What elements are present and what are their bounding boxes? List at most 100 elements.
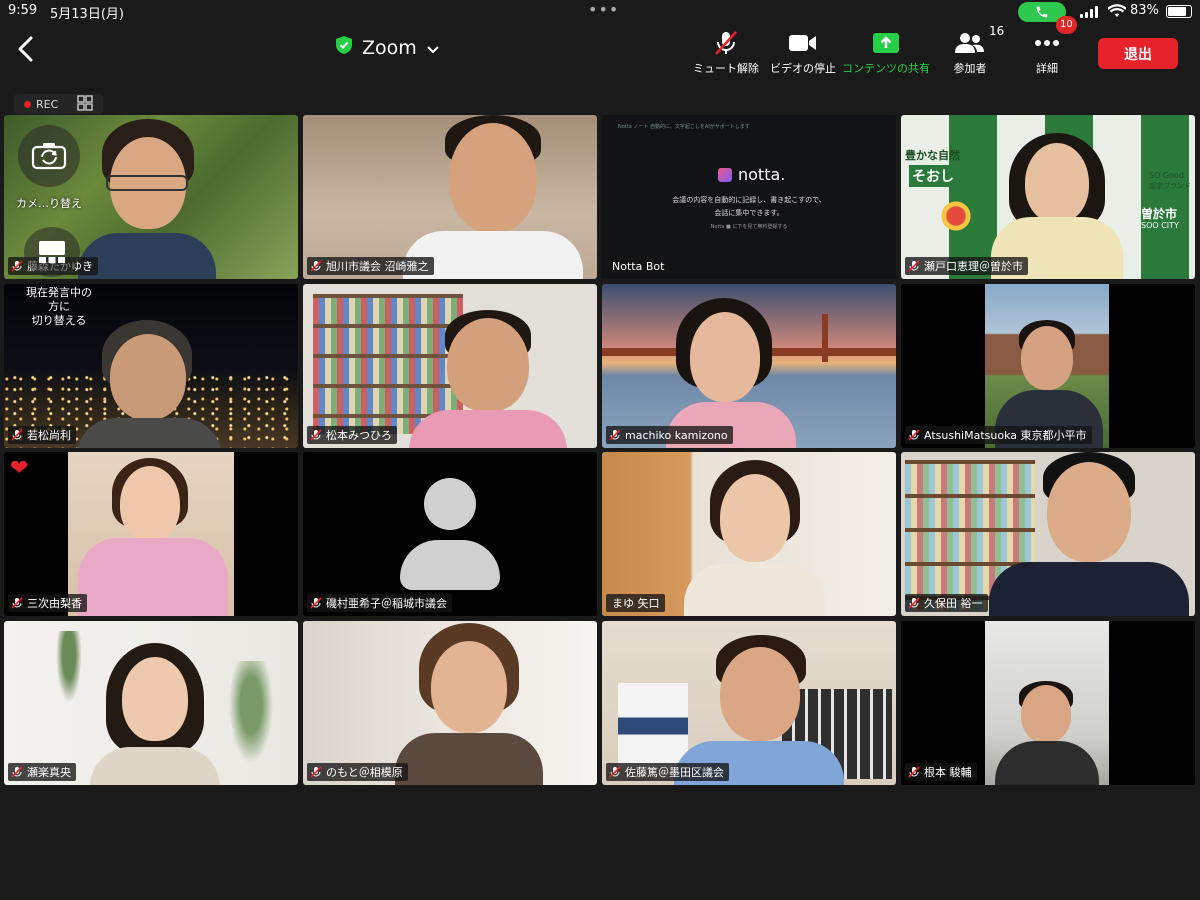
notification-badge: 10 (1056, 16, 1077, 34)
participant-video (76, 320, 222, 448)
unmute-label: ミュート解除 (693, 62, 759, 75)
speaker-view-button[interactable] (24, 227, 80, 277)
switch-camera-label: カメ…り替え (16, 197, 82, 210)
participant-name-tag: のもと＠相模原 (307, 763, 408, 781)
participant-video-frame (985, 284, 1109, 448)
video-tile[interactable]: カメ…り替え 藤森たかゆき (4, 115, 298, 279)
record-dot-icon (24, 100, 31, 108)
participant-name: 根本 駿輔 (924, 766, 972, 779)
notta-shared-screen: Notta ノート 自動的に、文字起こしをAIがサポートします notta. 会… (602, 115, 896, 279)
participants-button[interactable]: 16 参加者 (940, 24, 1005, 76)
wifi-icon (1107, 4, 1127, 22)
participant-name: 松本みつひろ (326, 429, 392, 442)
video-tile[interactable]: machiko kamizono (602, 284, 896, 448)
plant-decoration (54, 631, 84, 711)
mic-muted-icon (908, 597, 920, 609)
mic-muted-icon (310, 429, 322, 441)
notta-header: Notta ノート 自動的に、文字起こしをAIがサポートします (618, 124, 750, 130)
participant-video (989, 452, 1189, 616)
participant-video-frame (985, 621, 1109, 785)
participant-name: 久保田 裕一 (924, 597, 983, 610)
gallery-layout-icon[interactable] (77, 94, 93, 114)
video-tile[interactable]: 旭川市議会 沼崎雅之 (303, 115, 597, 279)
heart-reaction-icon: ❤ (10, 456, 29, 481)
participant-name-tag: 松本みつひろ (307, 426, 397, 444)
video-tile[interactable]: AtsushiMatsuoka 東京都小平市 (901, 284, 1195, 448)
share-content-label: コンテンツの共有 (842, 62, 930, 75)
participant-video (409, 310, 567, 448)
more-label: 詳細 (1036, 62, 1058, 75)
mic-muted-icon (11, 260, 23, 272)
share-screen-icon (872, 30, 900, 56)
video-camera-icon (788, 30, 818, 56)
battery-percentage: 83% (1130, 3, 1159, 18)
participant-name-tag: machiko kamizono (606, 426, 733, 444)
more-button[interactable]: 10 詳細 (1022, 16, 1077, 76)
video-tile[interactable]: のもと＠相模原 (303, 621, 597, 785)
participant-name: 佐藤篤＠墨田区議会 (625, 766, 724, 779)
video-tile[interactable]: 久保田 裕一 (901, 452, 1195, 616)
video-tile[interactable]: 佐藤篤＠墨田区議会 (602, 621, 896, 785)
participant-name: 磯村亜希子＠稲城市議会 (326, 597, 447, 610)
meeting-title-dropdown[interactable]: Zoom (336, 36, 439, 59)
mic-off-icon (713, 30, 739, 56)
mic-muted-icon (11, 766, 23, 778)
participant-name-tag: 旭川市議会 沼崎雅之 (307, 257, 434, 275)
participant-video-frame (68, 452, 234, 616)
notta-logo-icon (718, 167, 732, 182)
video-tile[interactable]: 現在発言中の 方に 切り替える 若松尚利 (4, 284, 298, 448)
more-dots-icon: 10 (1034, 16, 1077, 56)
soo-flower-logo (939, 199, 973, 233)
notta-line-2: 会話に集中できます。 (714, 209, 784, 217)
participants-icon: 16 (955, 24, 1004, 56)
battery-icon (1166, 5, 1192, 18)
recording-indicator[interactable]: REC (14, 94, 104, 114)
mic-muted-icon (310, 766, 322, 778)
participant-name-tag: AtsushiMatsuoka 東京都小平市 (905, 426, 1092, 444)
leave-button[interactable]: 退出 (1098, 38, 1178, 69)
participant-name-tag: 磯村亜希子＠稲城市議会 (307, 594, 452, 612)
unmute-button[interactable]: ミュート解除 (690, 30, 762, 76)
avatar-placeholder-icon (400, 478, 500, 590)
video-tile[interactable]: 根本 駿輔 (901, 621, 1195, 785)
participant-name: 瀬楽真央 (27, 766, 71, 779)
participants-count: 16 (989, 24, 1005, 38)
participant-name: 瀬戸口恵理＠曽於市 (924, 260, 1023, 273)
mic-muted-icon (908, 429, 920, 441)
back-icon[interactable] (16, 36, 40, 62)
video-tile[interactable]: 松本みつひろ (303, 284, 597, 448)
video-tile-active-speaker[interactable]: まゆ 矢口 (602, 452, 896, 616)
status-date: 5月13日(月) (50, 7, 124, 22)
mic-muted-icon (11, 429, 23, 441)
participant-name: まゆ 矢口 (612, 597, 660, 610)
video-tile[interactable]: ❤ 三次由梨香 (4, 452, 298, 616)
participant-name-tag: 瀬楽真央 (8, 763, 76, 781)
participant-video (395, 623, 543, 785)
wall-calendar (618, 683, 688, 769)
mic-muted-icon (908, 766, 920, 778)
video-tile[interactable]: 瀬楽真央 (4, 621, 298, 785)
meeting-title: Zoom (362, 36, 417, 59)
bridge-tower (822, 314, 828, 362)
shield-check-icon (336, 36, 352, 59)
participant-name-tag: Notta Bot (606, 257, 670, 275)
participant-video (90, 643, 220, 785)
status-time: 9:59 (8, 3, 38, 18)
participant-name-tag: 久保田 裕一 (905, 594, 988, 612)
mic-muted-icon (310, 597, 322, 609)
video-tile[interactable]: Notta ノート 自動的に、文字起こしをAIがサポートします notta. 会… (602, 115, 896, 279)
stop-video-button[interactable]: ビデオの停止 (767, 30, 839, 76)
participant-name-tag: 三次由梨香 (8, 594, 87, 612)
video-gallery: カメ…り替え 藤森たかゆき 旭川市議会 沼崎雅之 Notta ノート 自動的に、… (4, 115, 1196, 785)
participant-video (78, 115, 216, 279)
participant-video (403, 115, 583, 279)
video-tile[interactable]: 豊かな自然 そおし 曽於市 SOO CITY SO Good 認定ブランド 瀬戸… (901, 115, 1195, 279)
video-tile[interactable]: 磯村亜希子＠稲城市議会 (303, 452, 597, 616)
switch-to-active-speaker-label[interactable]: 現在発言中の 方に 切り替える (14, 286, 104, 328)
chevron-down-icon (427, 37, 439, 59)
status-bar: 9:59 5月13日(月) ••• 83% (0, 0, 1200, 24)
multitasking-dots-icon[interactable]: ••• (588, 0, 619, 19)
rec-label: REC (36, 97, 59, 111)
share-content-button[interactable]: コンテンツの共有 (841, 30, 931, 76)
switch-camera-button[interactable] (18, 125, 80, 187)
